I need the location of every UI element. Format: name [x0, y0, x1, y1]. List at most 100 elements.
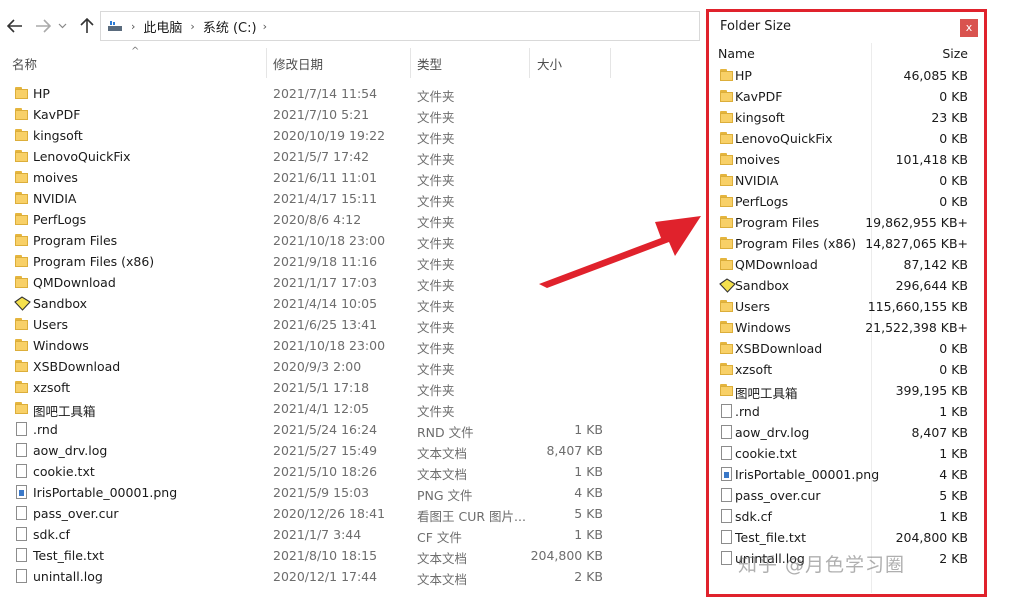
folder-size-row[interactable]: Program Files (x86) 14,827,065 KB+	[709, 233, 984, 254]
column-header-date[interactable]: 修改日期	[273, 54, 323, 74]
item-size: 4 KB	[939, 467, 968, 482]
item-name: Windows	[735, 320, 791, 335]
folder-size-row[interactable]: cookie.txt 1 KB	[709, 443, 984, 464]
folder-size-row[interactable]: .rnd 1 KB	[709, 401, 984, 422]
folder-size-row[interactable]: kingsoft 23 KB	[709, 107, 984, 128]
column-header-name[interactable]: Name	[718, 46, 755, 61]
file-size: 8,407 KB	[546, 443, 603, 458]
file-row[interactable]: NVIDIA 2021/4/17 15:11 文件夹	[0, 188, 700, 209]
item-name: HP	[735, 68, 752, 83]
file-row[interactable]: Sandbox 2021/4/14 10:05 文件夹	[0, 293, 700, 314]
folder-size-row[interactable]: aow_drv.log 8,407 KB	[709, 422, 984, 443]
folder-icon	[14, 359, 30, 374]
file-row[interactable]: xzsoft 2021/5/1 17:18 文件夹	[0, 377, 700, 398]
file-row[interactable]: .rnd 2021/5/24 16:24 RND 文件 1 KB	[0, 419, 700, 440]
file-type: 文本文档	[417, 446, 468, 461]
file-row[interactable]: sdk.cf 2021/1/7 3:44 CF 文件 1 KB	[0, 524, 700, 545]
folder-size-row[interactable]: Sandbox 296,644 KB	[709, 275, 984, 296]
breadcrumb-drive-c[interactable]: 系统 (C:)	[203, 17, 257, 36]
folder-size-row[interactable]: Windows 21,522,398 KB+	[709, 317, 984, 338]
item-name: Program Files (x86)	[735, 236, 857, 251]
file-row[interactable]: XSBDownload 2020/9/3 2:00 文件夹	[0, 356, 700, 377]
folder-size-row[interactable]: moives 101,418 KB	[709, 149, 984, 170]
image-file-icon	[14, 485, 30, 500]
file-row[interactable]: pass_over.cur 2020/12/26 18:41 看图王 CUR 图片.…	[0, 503, 700, 524]
file-date: 2021/9/18 11:16	[273, 254, 378, 269]
image-file-icon	[719, 467, 735, 482]
forward-button[interactable]	[30, 12, 56, 40]
column-header-size[interactable]: 大小	[537, 54, 562, 74]
folder-icon	[14, 317, 30, 332]
file-type: 文件夹	[417, 278, 455, 293]
folder-size-row[interactable]: NVIDIA 0 KB	[709, 170, 984, 191]
file-name: PerfLogs	[33, 212, 87, 227]
item-name: IrisPortable_00001.png	[735, 467, 880, 482]
file-row[interactable]: Users 2021/6/25 13:41 文件夹	[0, 314, 700, 335]
sandbox-icon	[14, 296, 31, 311]
column-header-size[interactable]: Size	[942, 46, 968, 61]
folder-size-row[interactable]: IrisPortable_00001.png 4 KB	[709, 464, 984, 485]
file-icon	[14, 464, 30, 479]
file-row[interactable]: unintall.log 2020/12/1 17:44 文本文档 2 KB	[0, 566, 700, 587]
file-icon	[719, 425, 735, 440]
folder-size-row[interactable]: Users 115,660,155 KB	[709, 296, 984, 317]
arrow-left-icon	[7, 19, 22, 33]
item-name: PerfLogs	[735, 194, 789, 209]
file-row[interactable]: kingsoft 2020/10/19 19:22 文件夹	[0, 125, 700, 146]
item-size: 5 KB	[939, 488, 968, 503]
file-name: aow_drv.log	[33, 443, 108, 458]
folder-size-row[interactable]: KavPDF 0 KB	[709, 86, 984, 107]
file-name: Users	[33, 317, 69, 332]
column-divider[interactable]	[410, 48, 411, 78]
close-button[interactable]: x	[960, 19, 978, 37]
file-row[interactable]: HP 2021/7/14 11:54 文件夹	[0, 83, 700, 104]
file-row[interactable]: Test_file.txt 2021/8/10 18:15 文本文档 204,800 …	[0, 545, 700, 566]
file-name: IrisPortable_00001.png	[33, 485, 178, 500]
folder-size-row[interactable]: pass_over.cur 5 KB	[709, 485, 984, 506]
item-size: 0 KB	[939, 173, 968, 188]
column-header-type[interactable]: 类型	[417, 54, 442, 74]
back-button[interactable]	[2, 12, 28, 40]
folder-size-row[interactable]: PerfLogs 0 KB	[709, 191, 984, 212]
file-row[interactable]: Windows 2021/10/18 23:00 文件夹	[0, 335, 700, 356]
folder-size-row[interactable]: Program Files 19,862,955 KB+	[709, 212, 984, 233]
chevron-down-icon	[58, 23, 66, 29]
file-icon	[719, 509, 735, 524]
folder-size-row[interactable]: sdk.cf 1 KB	[709, 506, 984, 527]
folder-icon	[719, 383, 735, 398]
file-row[interactable]: moives 2021/6/11 11:01 文件夹	[0, 167, 700, 188]
column-divider[interactable]	[529, 48, 530, 78]
folder-size-row[interactable]: HP 46,085 KB	[709, 65, 984, 86]
file-icon	[719, 530, 735, 545]
column-header-name[interactable]: 名称	[12, 54, 37, 74]
folder-size-row[interactable]: LenovoQuickFix 0 KB	[709, 128, 984, 149]
file-row[interactable]: cookie.txt 2021/5/10 18:26 文本文档 1 KB	[0, 461, 700, 482]
recent-locations-button[interactable]	[54, 12, 70, 40]
breadcrumb-separator: ›	[262, 19, 267, 33]
file-name: sdk.cf	[33, 527, 70, 542]
file-date: 2021/5/24 16:24	[273, 422, 378, 437]
breadcrumb-this-pc[interactable]: 此电脑	[143, 17, 182, 36]
file-icon	[719, 446, 735, 461]
column-divider[interactable]	[266, 48, 267, 78]
up-button[interactable]	[74, 12, 100, 40]
file-icon	[14, 443, 30, 458]
folder-size-row[interactable]: QMDownload 87,142 KB	[709, 254, 984, 275]
address-bar[interactable]: › 此电脑 › 系统 (C:) ›	[100, 11, 700, 41]
folder-icon	[719, 320, 735, 335]
file-icon	[14, 527, 30, 542]
file-row[interactable]: aow_drv.log 2021/5/27 15:49 文本文档 8,407 KB	[0, 440, 700, 461]
column-divider[interactable]	[610, 48, 611, 78]
file-icon	[14, 569, 30, 584]
item-size: 296,644 KB	[895, 278, 968, 293]
file-row[interactable]: KavPDF 2021/7/10 5:21 文件夹	[0, 104, 700, 125]
folder-size-row[interactable]: 图吧工具箱 399,195 KB	[709, 380, 984, 401]
file-row[interactable]: IrisPortable_00001.png 2021/5/9 15:03 PNG …	[0, 482, 700, 503]
folder-size-row[interactable]: XSBDownload 0 KB	[709, 338, 984, 359]
file-row[interactable]: 图吧工具箱 2021/4/1 12:05 文件夹	[0, 398, 700, 419]
folder-size-row[interactable]: Test_file.txt 204,800 KB	[709, 527, 984, 548]
file-row[interactable]: LenovoQuickFix 2021/5/7 17:42 文件夹	[0, 146, 700, 167]
folder-icon	[719, 215, 735, 230]
item-size: 46,085 KB	[903, 68, 968, 83]
folder-size-row[interactable]: xzsoft 0 KB	[709, 359, 984, 380]
